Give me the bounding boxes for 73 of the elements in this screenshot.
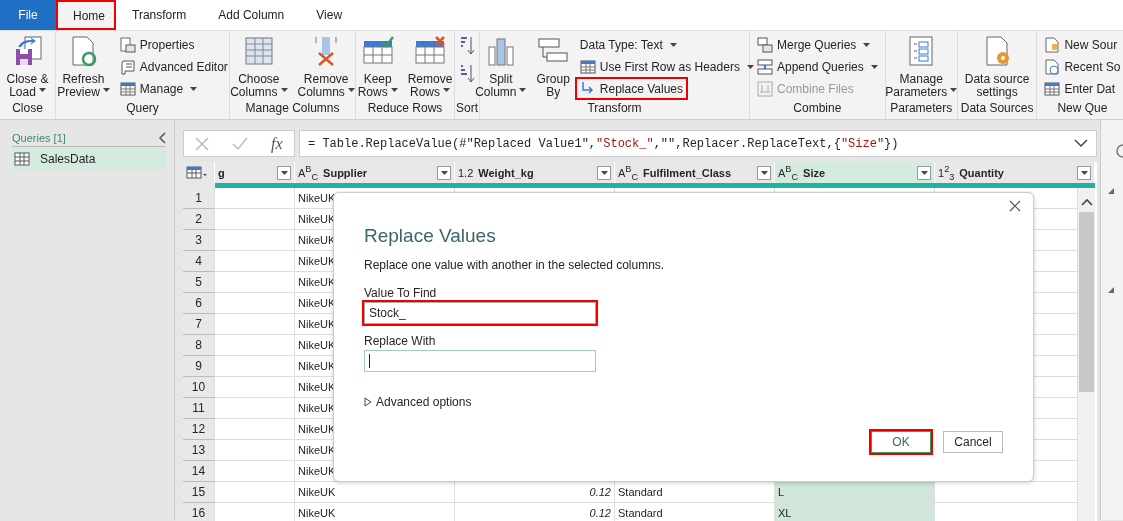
table-cell: NikeUK xyxy=(295,503,455,521)
group-label: Parameters xyxy=(889,101,954,117)
ribbon-button[interactable]: Manage xyxy=(116,79,201,98)
row-number: 1 xyxy=(183,188,215,209)
ribbon-tab[interactable]: Home xyxy=(56,0,116,30)
column-header[interactable]: g xyxy=(215,162,295,183)
group-label: Query xyxy=(125,101,160,117)
row-number: 4 xyxy=(183,251,215,272)
column-name: Quantity xyxy=(959,166,1005,179)
ribbon-button[interactable]: Split Column xyxy=(472,35,530,99)
ribbon-button[interactable]: New Sour xyxy=(1041,35,1121,54)
row-number: 7 xyxy=(183,314,215,335)
ribbon-button[interactable]: Append Queries xyxy=(754,57,881,76)
ribbon-tab[interactable]: Add Column xyxy=(202,0,301,30)
ribbon-button[interactable]: Properties xyxy=(116,35,198,54)
ribbon-tab[interactable]: File xyxy=(0,0,56,30)
group-label: New Que xyxy=(1056,101,1109,117)
ribbon-button[interactable]: Data Type: Text xyxy=(576,35,680,54)
dialog-button[interactable]: Cancel xyxy=(943,431,1003,453)
row-number: 10 xyxy=(183,377,215,398)
ribbon-button[interactable]: Close & Load xyxy=(3,35,52,99)
column-header[interactable]: A$^{B}$$_{C}$ Size xyxy=(775,162,935,183)
group-label: Reduce Rows xyxy=(366,101,444,117)
column-header[interactable]: 1$^{2}$$_{3}$ Quantity xyxy=(935,162,1095,183)
row-number: 12 xyxy=(183,419,215,440)
ribbon-button[interactable]: Use First Row as Headers xyxy=(576,57,757,76)
table-cell: L xyxy=(775,482,935,503)
row-number: 2 xyxy=(183,209,215,230)
query-item[interactable]: SalesData xyxy=(12,147,166,170)
column-header[interactable]: A$^{B}$$_{C}$ Fulfilment_Class xyxy=(615,162,775,183)
type-label[interactable]: 1.2 xyxy=(458,166,474,179)
column-name: Supplier xyxy=(323,166,369,179)
column-name: Weight_kg xyxy=(478,166,535,179)
ribbon-button[interactable]: Data source settings xyxy=(961,35,1033,99)
group-label: Manage Columns xyxy=(244,101,341,117)
input-field[interactable]: Stock_ xyxy=(364,302,596,324)
row-number: 14 xyxy=(183,461,215,482)
formula-field[interactable]: = Table.ReplaceValue(#"Replaced Value1","Stock_","",Replacer.ReplaceText,{"Size"}) xyxy=(299,130,1097,157)
row-number: 5 xyxy=(183,272,215,293)
column-name: Size xyxy=(803,166,827,179)
queries-header: Queries [1] xyxy=(12,132,66,144)
row-number: 6 xyxy=(183,293,215,314)
dialog-button[interactable]: OK xyxy=(871,431,931,453)
column-header[interactable]: A$^{B}$$_{C}$ Supplier xyxy=(295,162,455,183)
ribbon-button[interactable]: Replace Values xyxy=(576,79,686,98)
table-cell: 0.12 xyxy=(455,503,615,521)
ribbon-button[interactable]: Refresh Preview xyxy=(54,35,113,99)
row-number: 9 xyxy=(183,356,215,377)
column-name: Fulfilment_Class xyxy=(643,166,733,179)
column-name: g xyxy=(218,166,226,179)
ribbon-tab[interactable]: View xyxy=(300,0,359,30)
row-number: 13 xyxy=(183,440,215,461)
row-number: 15 xyxy=(183,482,215,503)
ribbon-tab[interactable]: Transform xyxy=(116,0,203,30)
group-label: Transform xyxy=(586,101,643,117)
ribbon-button[interactable]: Enter Dat xyxy=(1041,79,1119,98)
group-label: Data Sources xyxy=(959,101,1035,117)
row-number: 11 xyxy=(183,398,215,419)
ribbon-button[interactable]: Group By xyxy=(533,35,573,99)
field-label: Replace With xyxy=(364,334,437,348)
ribbon-button[interactable]: Merge Queries xyxy=(754,35,874,54)
row-number: 16 xyxy=(183,503,215,521)
ribbon-button[interactable]: Manage Parameters xyxy=(882,35,961,99)
row-number: 3 xyxy=(183,230,215,251)
column-header[interactable]: 1.2 Weight_kg xyxy=(455,162,615,183)
row-number: 8 xyxy=(183,335,215,356)
insert-function-button[interactable]: fx xyxy=(271,134,283,153)
group-label: Close xyxy=(11,101,44,117)
ribbon-button[interactable]: Remove Rows xyxy=(404,35,456,99)
group-label: Combine xyxy=(792,101,843,117)
table-cell: XL xyxy=(775,503,935,521)
ribbon-button[interactable]: Recent So xyxy=(1041,57,1123,76)
group-label: Sort xyxy=(455,101,479,117)
